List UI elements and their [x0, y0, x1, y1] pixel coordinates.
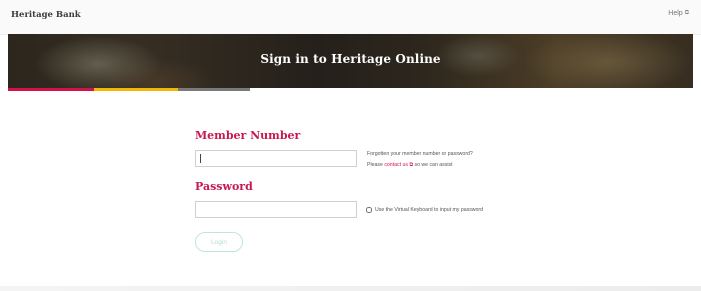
help-label: Help	[668, 10, 683, 17]
external-link-icon: ⧉	[409, 162, 414, 168]
banner-stripe-grey	[178, 88, 250, 91]
contact-suffix: so we can assist	[414, 162, 453, 168]
text-caret	[200, 154, 201, 163]
help-link[interactable]: Help ⧉	[668, 10, 689, 17]
login-button[interactable]: Login	[195, 232, 243, 252]
virtual-keyboard-checkbox[interactable]	[366, 207, 372, 213]
page-title: Sign in to Heritage Online	[260, 52, 441, 66]
banner-stripe-red	[8, 88, 94, 91]
top-bar: Heritage Bank Help ⧉	[0, 0, 701, 35]
banner-stripe-yellow	[94, 88, 178, 91]
brand-logo[interactable]: Heritage Bank	[11, 10, 81, 20]
contact-us-link[interactable]: contact us	[384, 162, 408, 168]
contact-prefix: Please	[367, 162, 383, 168]
member-number-label: Member Number	[195, 129, 301, 142]
forgot-credentials-text: Forgotten your member number or password…	[367, 151, 473, 157]
hero-banner: Sign in to Heritage Online	[8, 34, 693, 88]
password-label: Password	[195, 180, 253, 193]
password-input[interactable]	[195, 201, 357, 218]
virtual-keyboard-label: Use the Virtual Keyboard to input my pas…	[375, 207, 484, 213]
contact-line: Please contact us ⧉ so we can assist	[367, 162, 453, 168]
virtual-keyboard-option[interactable]: Use the Virtual Keyboard to input my pas…	[366, 207, 483, 213]
member-number-input[interactable]	[195, 150, 357, 167]
footer-divider	[0, 286, 701, 291]
external-link-icon: ⧉	[684, 10, 689, 16]
